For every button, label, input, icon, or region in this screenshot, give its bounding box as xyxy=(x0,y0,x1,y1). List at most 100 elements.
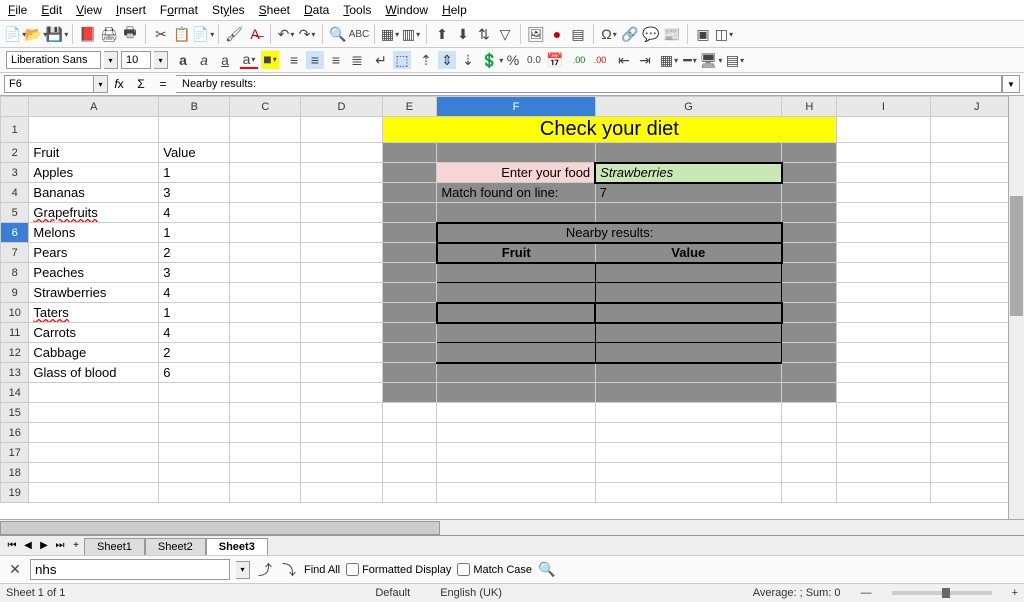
cell[interactable]: Bananas xyxy=(29,183,159,203)
col-header-C[interactable]: C xyxy=(230,97,301,117)
freeze-icon[interactable]: ▣ xyxy=(694,25,712,43)
split-icon[interactable]: ◫ xyxy=(715,25,733,43)
col-header-G[interactable]: G xyxy=(595,97,782,117)
cell[interactable]: Peaches xyxy=(29,263,159,283)
find-dropdown[interactable]: ▾ xyxy=(236,561,250,579)
percent-icon[interactable]: % xyxy=(504,51,522,69)
row-header-15[interactable]: 15 xyxy=(1,403,29,423)
cond-format-icon[interactable]: ▤ xyxy=(726,51,744,69)
print-icon[interactable]: 🖨 xyxy=(100,25,118,43)
menu-tools[interactable]: Tools xyxy=(343,3,371,17)
row-header-3[interactable]: 3 xyxy=(1,163,29,183)
row-header-8[interactable]: 8 xyxy=(1,263,29,283)
valign-mid-icon[interactable]: ⇕ xyxy=(438,51,456,69)
tab-prev-icon[interactable]: ◀ xyxy=(20,538,36,554)
cell[interactable]: 2 xyxy=(159,343,230,363)
menu-file[interactable]: File xyxy=(8,3,27,17)
font-name-dropdown[interactable]: ▾ xyxy=(104,51,118,69)
col-header-B[interactable]: B xyxy=(159,97,230,117)
banner-cell[interactable]: Check your diet xyxy=(382,117,837,143)
tab-last-icon[interactable]: ⏭ xyxy=(52,538,68,554)
spellcheck-icon[interactable]: ABC xyxy=(350,25,368,43)
cell[interactable]: Fruit xyxy=(29,143,159,163)
cell[interactable]: Melons xyxy=(29,223,159,243)
col-header-D[interactable]: D xyxy=(301,97,382,117)
row-header-5[interactable]: 5 xyxy=(1,203,29,223)
cell[interactable]: 4 xyxy=(159,283,230,303)
sum-icon[interactable]: Σ xyxy=(132,75,150,93)
menu-format[interactable]: Format xyxy=(160,3,198,17)
date-format-icon[interactable]: 📅 xyxy=(546,51,564,69)
row-header-11[interactable]: 11 xyxy=(1,323,29,343)
image-icon[interactable]: 🖼 xyxy=(527,25,545,43)
add-decimal-icon[interactable]: .00 xyxy=(570,51,588,69)
currency-icon[interactable]: 💲 xyxy=(483,51,501,69)
menu-edit[interactable]: Edit xyxy=(41,3,62,17)
sort-desc-icon[interactable]: ⬇ xyxy=(454,25,472,43)
tab-sheet3[interactable]: Sheet3 xyxy=(206,538,268,555)
row-header-17[interactable]: 17 xyxy=(1,443,29,463)
italic-icon[interactable]: a xyxy=(195,51,213,69)
equals-icon[interactable]: = xyxy=(154,75,172,93)
new-icon[interactable]: 📄 xyxy=(6,25,24,43)
cell-selected[interactable]: Nearby results: xyxy=(437,223,782,243)
undo-icon[interactable]: ↶ xyxy=(277,25,295,43)
row-header-19[interactable]: 19 xyxy=(1,483,29,503)
row-header-14[interactable]: 14 xyxy=(1,383,29,403)
sort-asc-icon[interactable]: ⬆ xyxy=(433,25,451,43)
indent-inc-icon[interactable]: ⇥ xyxy=(636,51,654,69)
font-size-input[interactable]: 10 xyxy=(121,51,151,69)
font-size-dropdown[interactable]: ▾ xyxy=(154,51,168,69)
cell[interactable]: Match found on line: xyxy=(437,183,595,203)
border-color-icon[interactable]: 🖥 xyxy=(702,51,720,69)
align-center-icon[interactable]: ≡ xyxy=(306,51,324,69)
cell[interactable]: Enter your food xyxy=(437,163,595,183)
col-header-F[interactable]: F xyxy=(437,97,595,117)
cell[interactable]: 1 xyxy=(159,163,230,183)
tab-sheet1[interactable]: Sheet1 xyxy=(84,538,145,555)
sort-icon[interactable]: ⇅ xyxy=(475,25,493,43)
align-justify-icon[interactable]: ≣ xyxy=(348,51,366,69)
close-findbar-icon[interactable]: ✕ xyxy=(6,561,24,579)
cell[interactable]: Carrots xyxy=(29,323,159,343)
clone-format-icon[interactable]: 🖌 xyxy=(225,25,243,43)
open-icon[interactable]: 📂 xyxy=(27,25,45,43)
cell[interactable]: Cabbage xyxy=(29,343,159,363)
cell-ref-dropdown[interactable]: ▾ xyxy=(94,75,108,93)
save-icon[interactable]: 💾 xyxy=(48,25,66,43)
cell[interactable]: 7 xyxy=(595,183,782,203)
bold-icon[interactable]: a xyxy=(174,51,192,69)
tab-add-icon[interactable]: + xyxy=(68,538,84,554)
row-header-9[interactable]: 9 xyxy=(1,283,29,303)
find-options-icon[interactable]: 🔍 xyxy=(538,561,556,579)
row-header-12[interactable]: 12 xyxy=(1,343,29,363)
chart-icon[interactable]: ● xyxy=(548,25,566,43)
column-icon[interactable]: ▥ xyxy=(402,25,420,43)
border-style-icon[interactable]: ━ xyxy=(681,51,699,69)
col-header-H[interactable]: H xyxy=(782,97,837,117)
font-name-input[interactable]: Liberation Sans xyxy=(6,51,101,69)
redo-icon[interactable]: ↷ xyxy=(298,25,316,43)
highlight-color-icon[interactable]: ■ xyxy=(261,51,279,69)
autofilter-icon[interactable]: ▽ xyxy=(496,25,514,43)
cell[interactable]: 4 xyxy=(159,323,230,343)
row-header-1[interactable]: 1 xyxy=(1,117,29,143)
row-header-7[interactable]: 7 xyxy=(1,243,29,263)
borders-icon[interactable]: ▦ xyxy=(660,51,678,69)
print-preview-icon[interactable]: 🖶 xyxy=(121,25,139,43)
pivot-icon[interactable]: ▤ xyxy=(569,25,587,43)
row-header-16[interactable]: 16 xyxy=(1,423,29,443)
clear-format-icon[interactable]: A̶ xyxy=(246,25,264,43)
cell[interactable]: Value xyxy=(595,243,782,263)
indent-dec-icon[interactable]: ⇤ xyxy=(615,51,633,69)
underline-icon[interactable]: a xyxy=(216,51,234,69)
menu-view[interactable]: View xyxy=(76,3,102,17)
menu-styles[interactable]: Styles xyxy=(212,3,245,17)
merge-cells-icon[interactable]: ⬚ xyxy=(393,51,411,69)
row-icon[interactable]: ▦ xyxy=(381,25,399,43)
headers-icon[interactable]: 📰 xyxy=(663,25,681,43)
export-pdf-icon[interactable]: 📕 xyxy=(79,25,97,43)
cell[interactable]: Strawberries xyxy=(29,283,159,303)
cell[interactable]: Strawberries xyxy=(595,163,782,183)
cell[interactable]: 6 xyxy=(159,363,230,383)
